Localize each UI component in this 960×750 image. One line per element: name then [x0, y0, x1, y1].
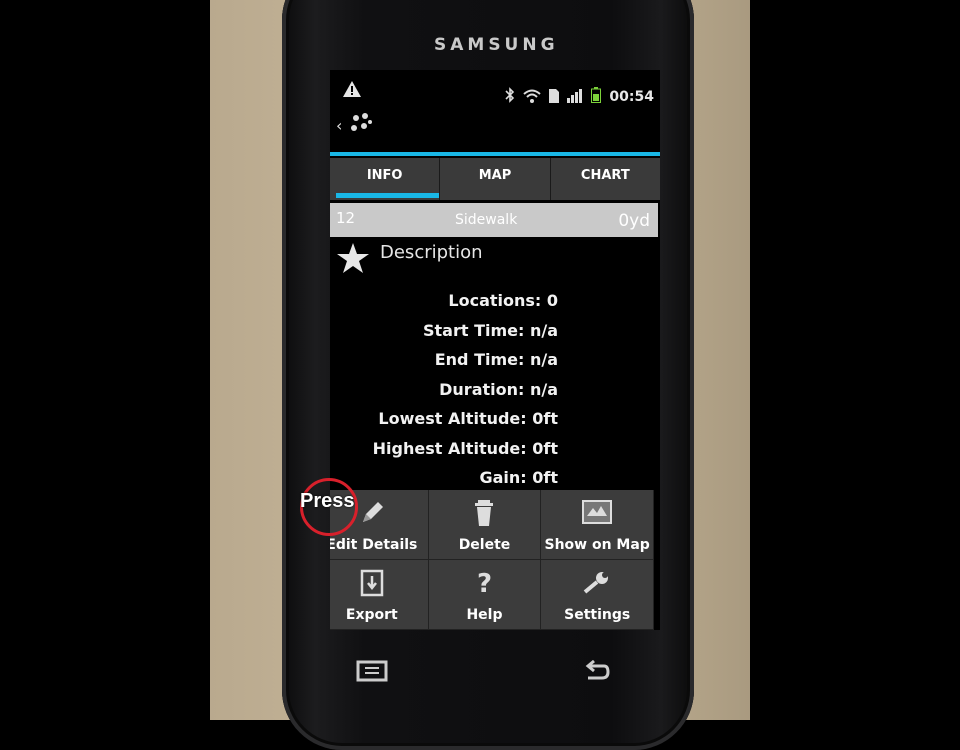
delete-button[interactable]: Delete [428, 490, 542, 560]
track-name: Sidewalk [455, 212, 518, 228]
show-on-map-label: Show on Map [544, 537, 650, 553]
back-chevron-icon[interactable]: ‹ [336, 116, 342, 135]
bluetooth-icon [505, 87, 515, 107]
tab-info[interactable]: INFO [330, 158, 441, 200]
hw-menu-key-icon[interactable] [356, 660, 388, 686]
stat-gain: Gain: 0ft [479, 468, 558, 487]
settings-label: Settings [564, 607, 631, 623]
warning-icon [342, 80, 362, 102]
brand-logo: SAMSUNG [434, 35, 559, 55]
tab-chart[interactable]: CHART [551, 158, 660, 200]
stat-highest-altitude: Highest Altitude: 0ft [372, 438, 558, 458]
track-header: 12 Sidewalk 0yd [330, 203, 658, 237]
stat-locations: Locations: 0 [448, 291, 558, 310]
wrench-icon [541, 568, 653, 600]
settings-button[interactable]: Settings [541, 560, 654, 630]
sim-icon [549, 88, 560, 107]
wifi-icon [523, 88, 542, 107]
stat-end-time: End Time: n/a [434, 350, 558, 369]
stat-start-time: Start Time: n/a [423, 320, 558, 340]
export-icon [330, 568, 428, 600]
hw-back-key-icon[interactable] [580, 659, 610, 688]
status-bar: 00:54 [330, 80, 660, 110]
app-logo-paw-icon[interactable] [348, 112, 374, 142]
track-number: 12 [336, 209, 356, 227]
stat-duration: Duration: n/a [439, 379, 558, 399]
track-distance: 0yd [618, 211, 650, 231]
help-icon: ? [429, 568, 541, 600]
accent-divider [330, 152, 660, 156]
delete-label: Delete [458, 537, 511, 553]
signal-icon [567, 88, 583, 107]
svg-text:?: ? [477, 569, 492, 598]
export-label: Export [345, 607, 398, 623]
status-clock: 00:54 [609, 89, 654, 105]
description-row[interactable]: Description [334, 240, 654, 280]
options-menu: Edit Details Delete Show on Map Export ?… [330, 490, 654, 630]
press-annotation: Press [300, 490, 355, 512]
star-icon[interactable] [336, 242, 370, 278]
tab-map[interactable]: MAP [440, 158, 551, 200]
trash-icon [429, 498, 541, 530]
battery-icon [591, 87, 602, 107]
phone-screen: 00:54 ‹ INFO MAP CHART 12 Sidewalk 0yd D… [330, 70, 660, 630]
help-label: Help [466, 607, 503, 623]
map-icon [541, 498, 653, 530]
description-label: Description [380, 242, 483, 263]
app-bar: ‹ [330, 110, 660, 144]
edit-details-label: Edit Details [330, 537, 418, 553]
track-stats: Locations: 0 Start Time: n/a End Time: n… [330, 286, 558, 493]
tab-bar: INFO MAP CHART [330, 158, 660, 200]
export-button[interactable]: Export [330, 560, 429, 630]
help-button[interactable]: ? Help [428, 560, 542, 630]
show-on-map-button[interactable]: Show on Map [541, 490, 654, 560]
stat-lowest-altitude: Lowest Altitude: 0ft [378, 409, 558, 428]
